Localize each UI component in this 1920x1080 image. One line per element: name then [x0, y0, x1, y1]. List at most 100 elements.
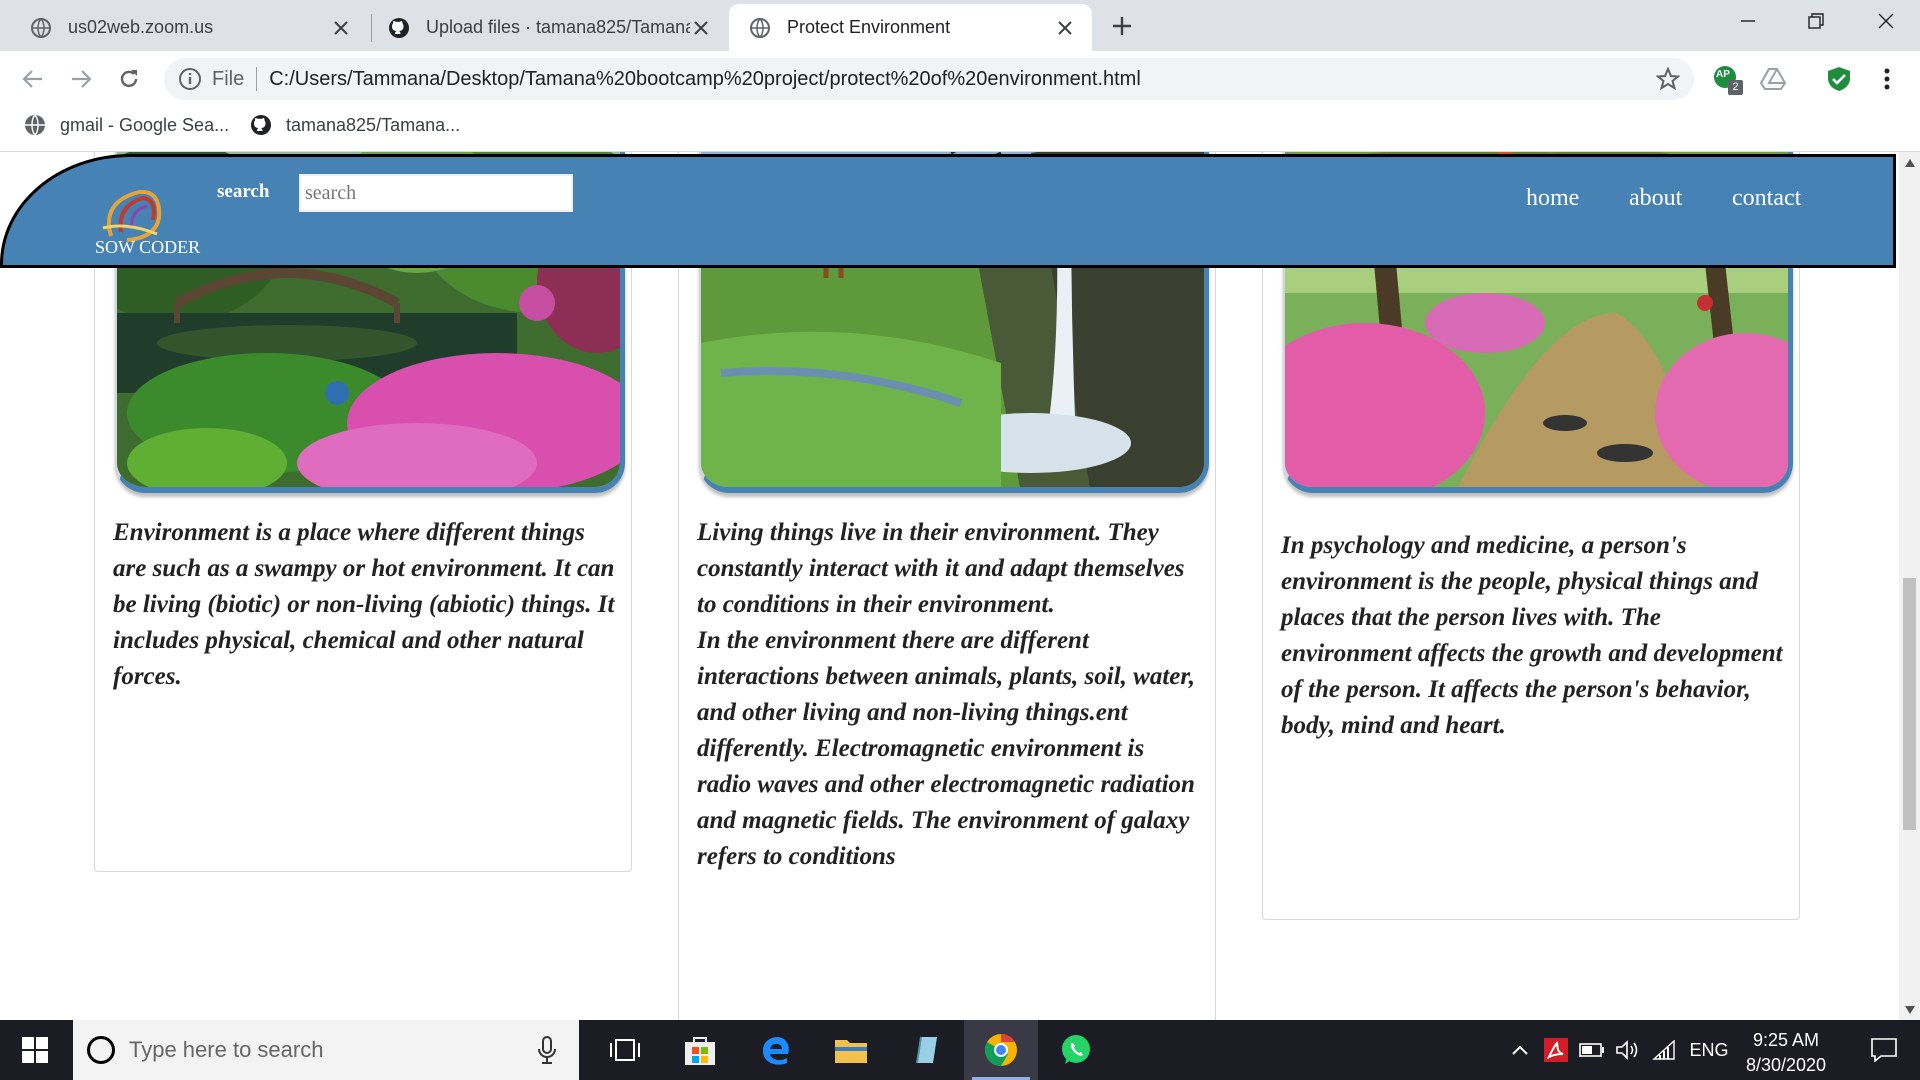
shield-check-icon: [1828, 67, 1850, 91]
tray-acrobat[interactable]: [1540, 1020, 1572, 1080]
reload-icon: [120, 70, 138, 88]
bookmark-github-repo[interactable]: tamana825/Tamana...: [240, 106, 470, 144]
restore-button[interactable]: [1782, 0, 1850, 42]
caret-down-icon: [1904, 1005, 1915, 1014]
forward-button[interactable]: [66, 64, 96, 94]
tab-zoom[interactable]: us02web.zoom.us: [0, 4, 368, 51]
clock-time: 9:25 AM: [1752, 1030, 1820, 1050]
bookmarks-bar: gmail - Google Sea... tamana825/Tamana..…: [0, 106, 1920, 152]
extension-badge: 2: [1728, 80, 1743, 95]
cortana-icon: [87, 1036, 115, 1064]
taskbar-notes-app[interactable]: [889, 1020, 963, 1080]
reload-button[interactable]: [114, 64, 144, 94]
taskbar-search-box[interactable]: Type here to search: [73, 1020, 579, 1080]
taskbar-whatsapp[interactable]: [1039, 1020, 1113, 1080]
nav-about[interactable]: about: [1629, 185, 1682, 212]
nav-contact[interactable]: contact: [1732, 185, 1801, 212]
bookmark-gmail-search[interactable]: gmail - Google Sea...: [14, 106, 239, 144]
clock-date: 8/30/2020: [1745, 1055, 1827, 1075]
tab-protect-environment[interactable]: Protect Environment: [729, 4, 1092, 51]
sow-coder-logo[interactable]: [97, 182, 169, 244]
close-icon[interactable]: [1054, 17, 1076, 39]
volume-icon: [1616, 1040, 1638, 1060]
browser-tab-strip: us02web.zoom.us Upload files · tamana825…: [0, 0, 1920, 51]
start-button[interactable]: [0, 1020, 70, 1080]
extension-ap[interactable]: AP 2: [1712, 64, 1743, 95]
battery-icon: [1579, 1043, 1604, 1057]
windows-logo-icon: [22, 1037, 48, 1063]
tray-show-hidden-icons[interactable]: [1506, 1020, 1534, 1080]
page-scrollbar[interactable]: [1899, 152, 1920, 1020]
restore-icon: [1808, 13, 1824, 29]
taskbar-search-placeholder: Type here to search: [129, 1037, 324, 1062]
github-icon: [251, 115, 271, 135]
wifi-icon: [1652, 1040, 1675, 1060]
scrollbar-thumb[interactable]: [1903, 578, 1916, 830]
whatsapp-icon: [1062, 1035, 1090, 1064]
page-viewport: Environment is a place where different t…: [0, 152, 1899, 1020]
tab-github-upload[interactable]: Upload files · tamana825/Tamana: [374, 4, 728, 51]
microphone-icon[interactable]: [537, 1036, 557, 1064]
logo-text: SOW CODER: [95, 237, 201, 257]
tray-battery[interactable]: [1576, 1020, 1608, 1080]
notes-app-icon: [916, 1036, 937, 1064]
info-icon[interactable]: [178, 67, 202, 91]
taskbar-store[interactable]: [663, 1020, 737, 1080]
extension-initials: AP: [1716, 69, 1730, 80]
url-text[interactable]: C:/Users/Tammana/Desktop/Tamana%20bootca…: [269, 68, 1141, 91]
browser-toolbar: File C:/Users/Tammana/Desktop/Tamana%20b…: [0, 51, 1920, 106]
windows-taskbar: Type here to search ENG 9:25 AM 8/30/202…: [0, 1020, 1920, 1080]
taskbar-clock[interactable]: 9:25 AM 8/30/2020: [1720, 1028, 1852, 1078]
scroll-up-arrow[interactable]: [1903, 156, 1916, 169]
tray-volume[interactable]: [1612, 1020, 1644, 1080]
globe-icon: [750, 17, 770, 38]
close-window-button[interactable]: [1852, 0, 1920, 42]
drive-icon: [1760, 68, 1786, 90]
nav-home[interactable]: home: [1526, 185, 1579, 212]
task-view-button[interactable]: [588, 1020, 662, 1080]
site-search-input[interactable]: [299, 174, 573, 212]
store-icon: [685, 1037, 715, 1065]
task-view-icon: [610, 1039, 640, 1061]
minimize-button[interactable]: [1714, 0, 1782, 42]
extension-drive[interactable]: [1758, 64, 1788, 94]
tab-title: Protect Environment: [787, 17, 951, 37]
notification-center-icon: [1871, 1038, 1897, 1062]
new-tab-button[interactable]: [1108, 12, 1136, 40]
github-icon: [389, 17, 409, 38]
chevron-up-icon: [1512, 1045, 1528, 1055]
extension-shield[interactable]: [1824, 64, 1854, 94]
tab-separator: [371, 14, 372, 42]
taskbar-edge[interactable]: [739, 1020, 813, 1080]
card-living-things: Living things live in their environment.…: [678, 152, 1216, 1020]
close-icon: [1878, 13, 1894, 29]
bookmark-label: gmail - Google Sea...: [60, 114, 230, 135]
globe-icon: [25, 114, 45, 136]
arrow-left-icon: [22, 70, 42, 88]
tray-notifications[interactable]: [1854, 1020, 1914, 1080]
address-bar[interactable]: File C:/Users/Tammana/Desktop/Tamana%20b…: [164, 58, 1694, 100]
caret-up-icon: [1904, 158, 1915, 167]
close-icon[interactable]: [690, 17, 712, 39]
scheme-divider: [256, 67, 258, 91]
tray-wifi[interactable]: [1648, 1020, 1680, 1080]
back-button[interactable]: [18, 64, 48, 94]
search-label: search: [217, 181, 270, 202]
close-icon[interactable]: [330, 17, 352, 39]
taskbar-file-explorer[interactable]: [814, 1020, 888, 1080]
browser-menu-button[interactable]: [1872, 64, 1902, 94]
chrome-icon: [984, 1033, 1017, 1067]
taskbar-chrome[interactable]: [964, 1020, 1038, 1080]
card-text: Environment is a place where different t…: [113, 519, 615, 690]
site-header: SOW CODER search home about contact: [0, 154, 1896, 268]
minimize-icon: [1741, 20, 1755, 22]
card-text: In psychology and medicine, a person's e…: [1281, 532, 1783, 739]
arrow-right-icon: [72, 70, 92, 88]
card-text-paragraph-2: In the environment there are different i…: [697, 627, 1195, 870]
url-scheme: File: [212, 67, 245, 90]
tab-title: us02web.zoom.us: [68, 17, 214, 37]
tab-title: Upload files · tamana825/Tamana: [426, 17, 690, 37]
star-icon[interactable]: [1656, 67, 1680, 91]
scroll-down-arrow[interactable]: [1903, 1003, 1916, 1016]
acrobat-icon: [1544, 1038, 1568, 1062]
